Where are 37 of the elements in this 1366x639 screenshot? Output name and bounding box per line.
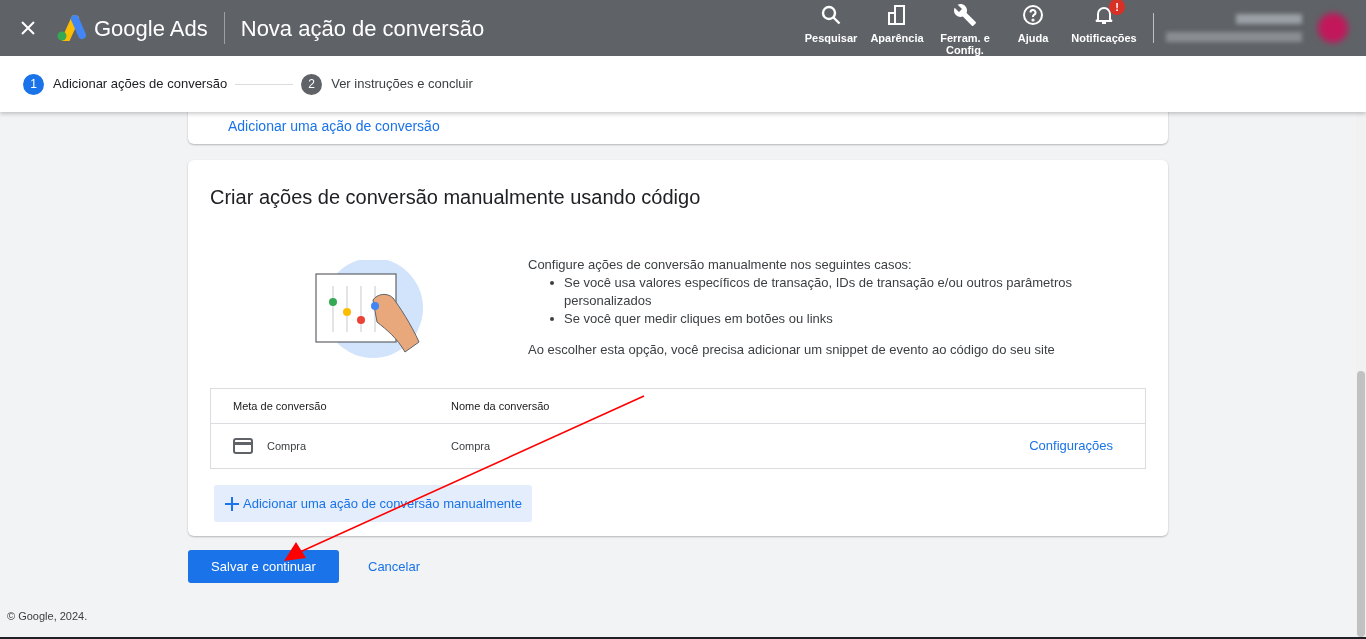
bullet-text: Se você quer medir cliques em botões ou links	[564, 310, 834, 328]
table-cell-text: Compra	[451, 438, 492, 454]
avatar[interactable]	[1318, 13, 1348, 43]
cancel-link[interactable]: Cancelar	[368, 556, 421, 577]
toolbar-button[interactable]: Aparência	[863, 3, 931, 44]
save-button[interactable]: Salvar e continuar	[188, 550, 339, 583]
intro-text: Configure ações de conversão manualmente nos seguintes casos:	[528, 256, 913, 274]
step-number: 1	[23, 73, 44, 95]
redacted-name	[1236, 14, 1302, 24]
plus-icon	[224, 495, 240, 512]
wrench-icon	[953, 3, 977, 27]
page-title: Nova ação de conversão	[240, 14, 485, 43]
brand-name: Google Ads	[94, 14, 208, 43]
column-header: Meta de conversão	[232, 398, 328, 414]
notification-badge: !	[1109, 0, 1125, 15]
bullet-text: Se você usa valores específicos de transação, IDs de transação e/ou outros parâmetros personalizados	[564, 274, 1073, 310]
toolbar-button[interactable]: Ajuda	[999, 3, 1067, 44]
copyright: © Google, 2024.	[7, 610, 88, 622]
credit-card-icon	[233, 438, 253, 454]
note-text: Ao escolher esta opção, você precisa adicionar um snippet de evento ao código do seu site	[528, 341, 1056, 359]
logo-icon	[56, 15, 86, 41]
step-label: Adicionar ações de conversão	[53, 75, 228, 94]
step-label: Ver instruções e concluir	[331, 75, 473, 94]
help-icon	[1021, 3, 1045, 27]
column-header: Nome da conversão	[451, 398, 550, 414]
toolbar-button[interactable]: Notificações !	[1067, 3, 1141, 44]
bullet-icon	[550, 317, 554, 321]
step-number: 2	[301, 73, 323, 95]
table-cell-text: Compra	[267, 438, 307, 454]
toolbar-button[interactable]: Pesquisar	[799, 3, 863, 44]
bullet-icon	[550, 281, 554, 285]
search-icon	[819, 3, 843, 27]
settings-link[interactable]: Configurações	[1029, 436, 1113, 456]
add-conversion-link[interactable]: Adicionar uma ação de conversão	[228, 118, 440, 134]
card-title: Criar ações de conversão manualmente usando código	[210, 185, 702, 210]
toolbar-button[interactable]: Ferram. e Config.	[931, 3, 999, 56]
close-icon	[20, 20, 36, 36]
